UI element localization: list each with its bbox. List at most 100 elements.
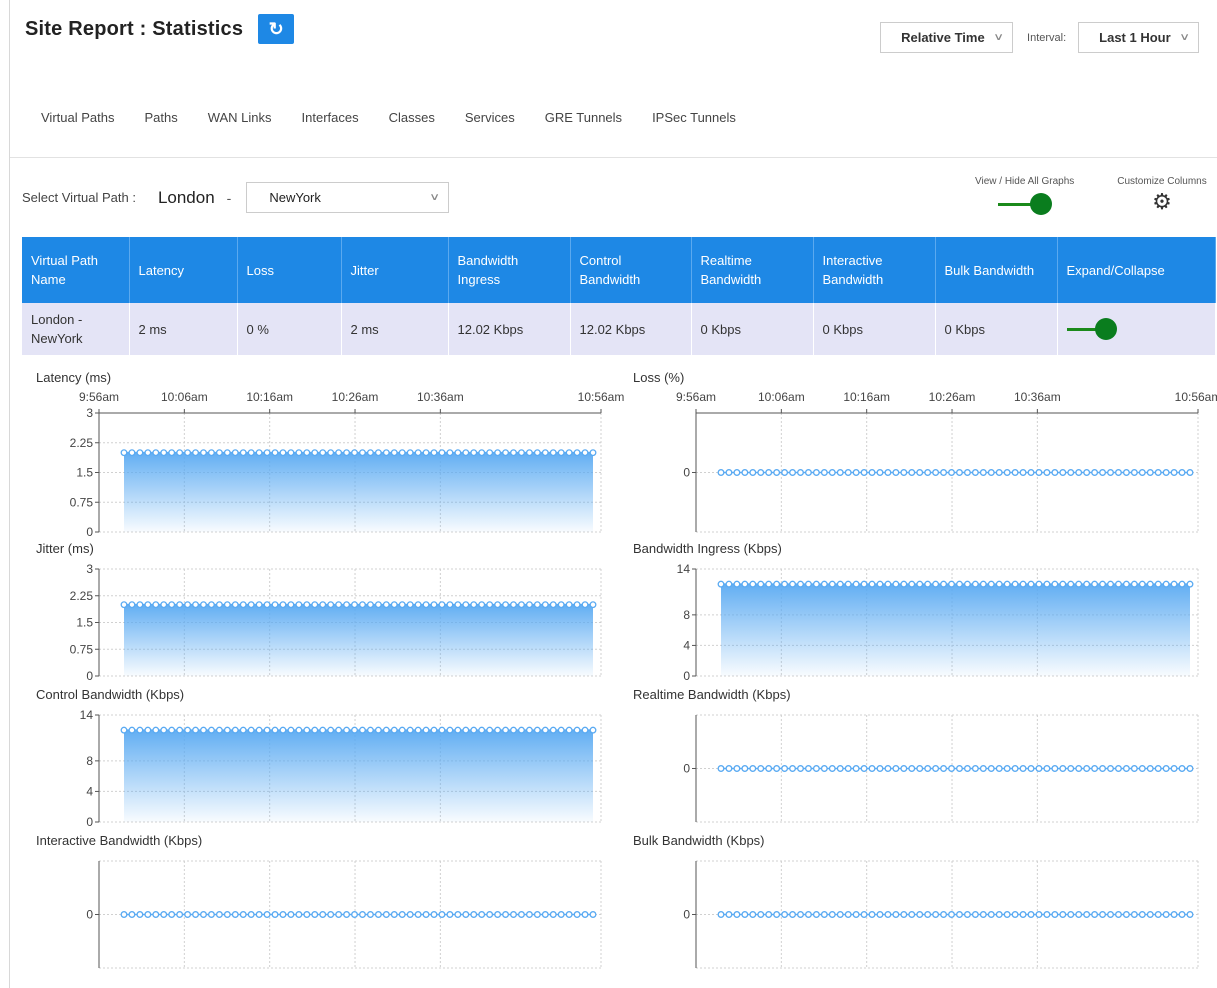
data-point [398,449,406,457]
data-point [741,580,749,588]
data-point [979,580,987,588]
data-point [1051,911,1059,918]
time-mode-select[interactable]: Relative Time ∨ [880,22,1014,53]
data-point [374,726,382,734]
data-point [303,449,311,457]
data-point [223,911,231,918]
data-point [184,911,192,918]
data-point [152,726,160,734]
data-point [525,911,533,918]
data-point [255,726,263,734]
data-point [390,601,398,609]
data-point [152,449,160,457]
data-point [940,765,948,772]
tab-gre-tunnels[interactable]: GRE Tunnels [545,110,622,131]
data-point [1019,469,1027,476]
data-point [900,580,908,588]
col-header-interactive-bandwidth[interactable]: Interactive Bandwidth [813,237,936,303]
data-point [430,601,438,609]
data-point [1154,580,1162,588]
data-point [406,449,414,457]
col-header-bulk-bandwidth[interactable]: Bulk Bandwidth [935,237,1058,303]
data-point [1122,911,1130,918]
data-point [797,911,804,918]
data-point [1138,580,1146,588]
col-header-realtime-bandwidth[interactable]: Realtime Bandwidth [691,237,814,303]
data-point [374,601,382,609]
data-point [733,765,741,772]
chart-bulk-bandwidth-kbps: Bulk Bandwidth (Kbps) 0 [633,833,1203,988]
col-header-bandwidth-ingress[interactable]: Bandwidth Ingress [448,237,571,303]
data-point [430,911,438,918]
data-point [414,601,422,609]
data-point [557,726,565,734]
interval-label: Interval: [1027,31,1067,44]
data-point [565,911,573,918]
data-point [573,726,581,734]
data-point [1170,469,1178,476]
data-point [462,601,470,609]
data-point [1051,469,1059,476]
data-point [892,765,900,772]
data-point [828,580,836,588]
chart-realtime-bandwidth-kbps: Realtime Bandwidth (Kbps) 0 [633,687,1203,847]
data-point [1035,911,1043,918]
data-point [916,765,924,772]
data-point [1027,580,1035,588]
col-header-control-bandwidth[interactable]: Control Bandwidth [570,237,692,303]
tab-ipsec-tunnels[interactable]: IPSec Tunnels [652,110,736,131]
tab-services[interactable]: Services [465,110,515,131]
data-point [446,911,454,918]
data-point [1011,580,1019,588]
col-header-jitter[interactable]: Jitter [341,237,449,303]
data-point [717,911,725,918]
data-point [781,580,789,588]
data-point [725,765,733,772]
data-point [327,601,335,609]
data-point [311,911,319,918]
data-point [470,601,478,609]
col-header-loss[interactable]: Loss [237,237,342,303]
data-point [1035,580,1043,588]
data-point [1107,469,1114,476]
col-header-name[interactable]: Virtual Path Name [22,237,130,303]
data-point [900,765,908,772]
tab-classes[interactable]: Classes [389,110,435,131]
col-header-latency[interactable]: Latency [129,237,238,303]
data-point [494,449,502,457]
data-point [908,580,916,588]
page-title: Site Report : Statistics [25,17,244,40]
data-point [1019,911,1027,918]
virtual-path-value: NewYork [269,190,321,205]
interval-select[interactable]: Last 1 Hour ∨ [1078,22,1199,53]
gear-icon[interactable]: ⚙ [1112,189,1212,215]
data-point [454,601,462,609]
data-point [581,601,589,609]
refresh-button[interactable]: ↻ [258,14,295,44]
tab-interfaces[interactable]: Interfaces [302,110,359,131]
tab-wan-links[interactable]: WAN Links [208,110,272,131]
data-point [573,911,581,918]
data-point [995,765,1003,772]
expand-collapse-toggle[interactable] [1066,318,1117,340]
data-point [160,449,168,457]
data-point [1130,765,1138,772]
data-point [852,911,860,918]
data-point [207,449,215,457]
virtual-path-dropdown[interactable]: NewYork ∨ [246,182,450,213]
tab-paths[interactable]: Paths [144,110,177,131]
data-point [192,449,199,457]
data-point [438,601,446,609]
col-header-expand-collapse[interactable]: Expand/Collapse [1057,237,1216,303]
chart-bandwidth-ingress-kbps: Bandwidth Ingress (Kbps) 14 8 4 0 [633,541,1203,701]
data-point [311,449,319,457]
view-hide-label: View / Hide All Graphs [975,176,1075,187]
tab-virtual-paths[interactable]: Virtual Paths [41,110,114,131]
x-tick-label: 9:56am [79,390,119,404]
view-hide-toggle[interactable] [997,193,1052,215]
y-tick-label: 0 [86,525,93,539]
data-point [852,765,860,772]
data-point [1162,580,1170,588]
data-point [549,449,557,457]
data-point [828,765,836,772]
